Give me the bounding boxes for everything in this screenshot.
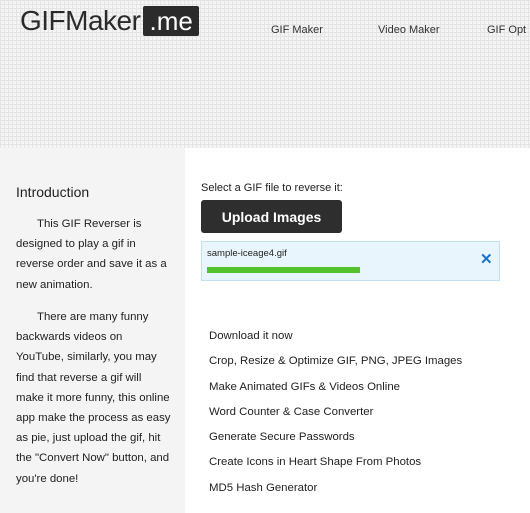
uploaded-file-item: sample-iceage4.gif ✕ bbox=[201, 241, 500, 281]
sidebar: Introduction This GIF Reverser is design… bbox=[0, 148, 185, 513]
list-item: Crop, Resize & Optimize GIF, PNG, JPEG I… bbox=[209, 351, 462, 376]
nav-video-maker[interactable]: Video Maker bbox=[378, 24, 440, 36]
top-nav: GIF Maker Video Maker GIF Opt bbox=[0, 24, 530, 38]
list-item: Make Animated GIFs & Videos Online bbox=[209, 377, 462, 402]
upload-images-button[interactable]: Upload Images bbox=[201, 200, 342, 233]
close-icon[interactable]: ✕ bbox=[480, 251, 493, 269]
intro-paragraph: There are many funny backwards videos on… bbox=[16, 311, 171, 485]
upload-progress-bar bbox=[207, 267, 360, 273]
list-item: MD5 Hash Generator bbox=[209, 478, 462, 503]
upload-progress-fill bbox=[207, 267, 360, 273]
list-item: Download it now bbox=[209, 326, 462, 351]
intro-paragraph: This GIF Reverser is designed to play a … bbox=[16, 218, 167, 291]
file-name: sample-iceage4.gif bbox=[207, 248, 287, 259]
link-passwords[interactable]: Generate Secure Passwords bbox=[209, 431, 355, 443]
related-links: Download it now Crop, Resize & Optimize … bbox=[209, 326, 462, 503]
link-md5[interactable]: MD5 Hash Generator bbox=[209, 482, 317, 494]
link-word-counter[interactable]: Word Counter & Case Converter bbox=[209, 406, 373, 418]
nav-gif-maker[interactable]: GIF Maker bbox=[271, 24, 323, 36]
site-header: GIFMaker .me GIF Maker Video Maker GIF O… bbox=[0, 0, 530, 148]
link-animated-gifs[interactable]: Make Animated GIFs & Videos Online bbox=[209, 381, 400, 393]
nav-gif-optimizer[interactable]: GIF Opt bbox=[487, 24, 526, 36]
sidebar-heading: Introduction bbox=[16, 184, 90, 200]
list-item: Generate Secure Passwords bbox=[209, 427, 462, 452]
list-item: Create Icons in Heart Shape From Photos bbox=[209, 452, 462, 477]
link-crop-resize[interactable]: Crop, Resize & Optimize GIF, PNG, JPEG I… bbox=[209, 355, 462, 367]
select-file-label: Select a GIF file to reverse it: bbox=[201, 182, 343, 194]
link-download[interactable]: Download it now bbox=[209, 330, 293, 342]
list-item: Word Counter & Case Converter bbox=[209, 402, 462, 427]
link-heart-icons[interactable]: Create Icons in Heart Shape From Photos bbox=[209, 456, 421, 468]
